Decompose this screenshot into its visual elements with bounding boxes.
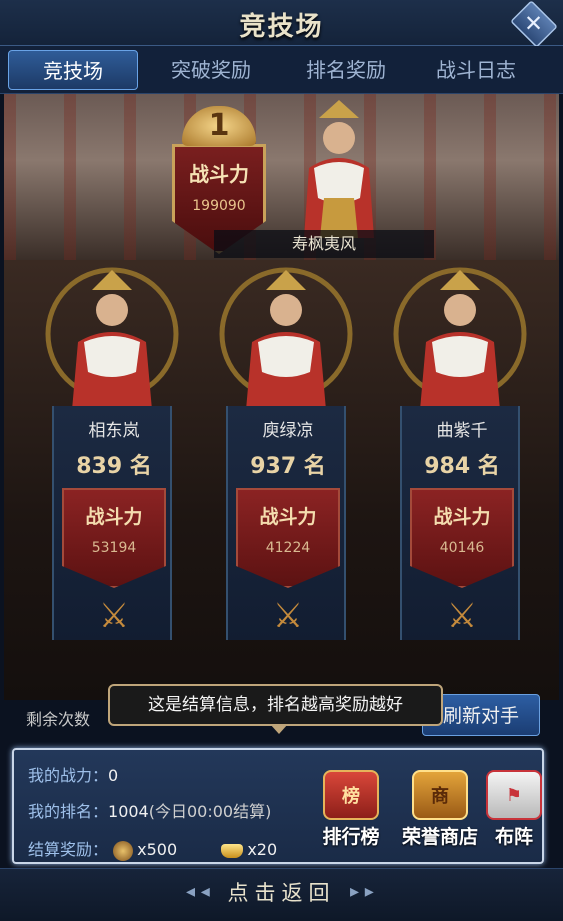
tab-bar: 竞技场 突破奖励 排名奖励 战斗日志 [0,46,563,94]
tab-arena[interactable]: 竞技场 [8,50,138,90]
champion-power-label: 战斗力 [189,162,249,186]
opponent-panel: 曲紫千 984 名 战斗力 40146 ⚔ [400,406,520,640]
formation-flag-icon: ⚑ [486,770,542,820]
footer-bar[interactable]: ◂ ◂ 点击返回 ▸ ▸ [0,868,563,921]
opponent-rank: 937 名 [250,454,326,479]
leaderboard-icon: 榜 [323,770,379,820]
tab-battle-log[interactable]: 战斗日志 [416,46,536,93]
settlement-tooltip: 这是结算信息，排名越高奖励越好 [108,684,443,734]
my-power-row: 我的战力：0 [28,762,118,786]
my-rank-row: 我的排名：1004(今日00:00结算) [28,798,271,822]
title-bar: 竞技场 ✕ [0,0,563,48]
opponent-panel: 庾绿凉 937 名 战斗力 41224 ⚔ [226,406,346,640]
opponent-name: 曲紫千 [436,421,488,441]
opponent-card[interactable]: 相东岚 839 名 战斗力 53194 ⚔ [45,260,179,640]
settlement-time-note: (今日00:00结算) [148,802,272,821]
settlement-panel: 我的战力：0 我的排名：1004(今日00:00结算) 结算奖励： x500 x… [12,748,544,864]
gold-ingot-icon [221,843,244,858]
back-button[interactable]: 点击返回 [0,877,563,907]
page-title: 竞技场 [239,12,324,42]
champion-name: 寿枫夷风 [214,230,434,258]
opponent-name: 庾绿凉 [262,421,314,441]
opponent-panel: 相东岚 839 名 战斗力 53194 ⚔ [52,406,172,640]
champion-avatar[interactable] [284,98,394,238]
crossed-swords-icon[interactable]: ⚔ [437,596,487,636]
opponent-card[interactable]: 曲紫千 984 名 战斗力 40146 ⚔ [393,260,527,640]
crossed-swords-icon[interactable]: ⚔ [263,596,313,636]
opponent-power-value: 41224 [265,540,311,556]
remaining-attempts-label: 剩余次数 [26,710,91,729]
opponent-card[interactable]: 庾绿凉 937 名 战斗力 41224 ⚔ [219,260,353,640]
close-icon: ✕ [524,10,544,38]
opponent-power-value: 40146 [439,540,485,556]
ingot-reward-value: x20 [247,840,278,859]
opponent-avatar[interactable] [390,262,530,410]
tab-breakthrough-rewards[interactable]: 突破奖励 [146,46,276,93]
reward-label: 结算奖励： [28,840,109,859]
my-rank-value: 1004 [108,802,149,821]
my-rank-label: 我的排名： [28,802,109,821]
opponent-power-value: 53194 [91,540,137,556]
opponent-power-label: 战斗力 [85,506,143,528]
shop-icon: 商 [412,770,468,820]
honor-medal-icon [113,840,134,861]
leaderboard-label: 排行榜 [322,826,380,848]
reward-row: 结算奖励： x500 x20 [28,836,277,861]
formation-label: 布阵 [494,826,533,848]
champion-power-value: 199090 [192,198,246,214]
honor-shop-button[interactable]: 商 荣誉商店 [400,770,480,849]
tab-rank-rewards[interactable]: 排名奖励 [276,46,416,93]
opponent-avatar[interactable] [216,262,356,410]
champion-area: 1 战斗力 199090 寿枫夷风 [4,94,559,260]
opponent-power-label: 战斗力 [433,506,491,528]
formation-button[interactable]: ⚑ 布阵 [484,770,544,849]
my-power-label: 我的战力： [28,766,109,785]
opponent-avatar[interactable] [42,262,182,410]
opponent-rank: 984 名 [424,454,500,479]
opponent-power-label: 战斗力 [259,506,317,528]
opponent-name: 相东岚 [88,421,140,441]
honor-shop-label: 荣誉商店 [401,826,478,848]
opponent-rank: 839 名 [76,454,152,479]
right-arrow-icon: ▸ ▸ [350,881,374,902]
leaderboard-button[interactable]: 榜 排行榜 [316,770,386,849]
opponent-area: 相东岚 839 名 战斗力 53194 ⚔ 庾绿凉 937 名 战斗力 4122… [4,260,559,700]
honor-reward-value: x500 [137,840,178,859]
rank-number: 1 [182,106,256,146]
crossed-swords-icon[interactable]: ⚔ [89,596,139,636]
my-power-value: 0 [108,766,119,785]
